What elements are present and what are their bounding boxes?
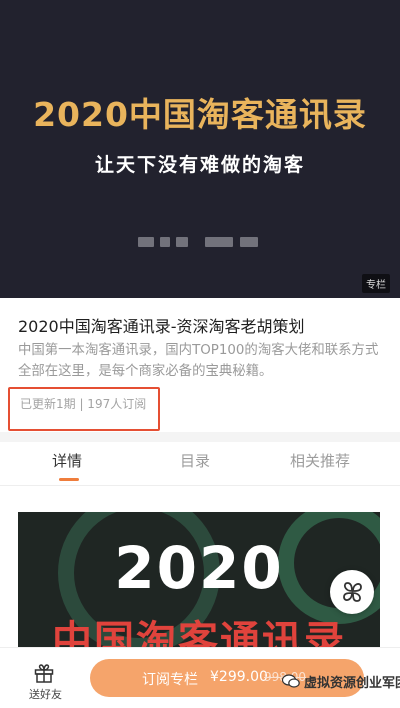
watermark-text: 虚拟资源创业军团 (304, 676, 400, 691)
blurred-text (138, 237, 154, 247)
detail-image-year: 2020 (114, 534, 284, 602)
wechat-icon (282, 674, 300, 688)
hero-banner[interactable]: 2020中国淘客通讯录 让天下没有难做的淘客 专栏 (0, 0, 400, 298)
gift-friend-label[interactable]: 送好友 (29, 686, 62, 702)
blurred-text (205, 237, 233, 247)
subscribe-price: ¥299.00 (210, 669, 268, 685)
blurred-text (240, 237, 258, 247)
column-badge: 专栏 (362, 274, 390, 293)
clover-icon (343, 582, 362, 602)
section-divider (0, 432, 400, 442)
blurred-text (160, 237, 170, 247)
product-title: 2020中国淘客通讯录-资深淘客老胡策划 (18, 317, 305, 336)
product-description: 中国第一本淘客通讯录，国内TOP100的淘客大佬和联系方式全部在这里，是每个商家… (18, 343, 379, 379)
floating-menu-button[interactable] (330, 570, 374, 614)
tab-divider (0, 485, 400, 486)
active-tab-indicator (59, 478, 79, 481)
hero-title: 2020中国淘客通讯录 (33, 95, 367, 134)
tab-related[interactable]: 相关推荐 (290, 450, 350, 471)
hero-subtitle: 让天下没有难做的淘客 (94, 154, 305, 176)
update-subscribe-meta: 已更新1期 | 197人订阅 (20, 397, 147, 411)
detail-image: 2020 中国淘客通讯录 (18, 512, 380, 662)
subscribe-label: 订阅专栏 (142, 672, 198, 688)
tab-details[interactable]: 详情 (52, 450, 82, 471)
tab-catalog[interactable]: 目录 (180, 450, 210, 471)
gift-icon[interactable] (33, 662, 55, 688)
blurred-text (176, 237, 188, 247)
